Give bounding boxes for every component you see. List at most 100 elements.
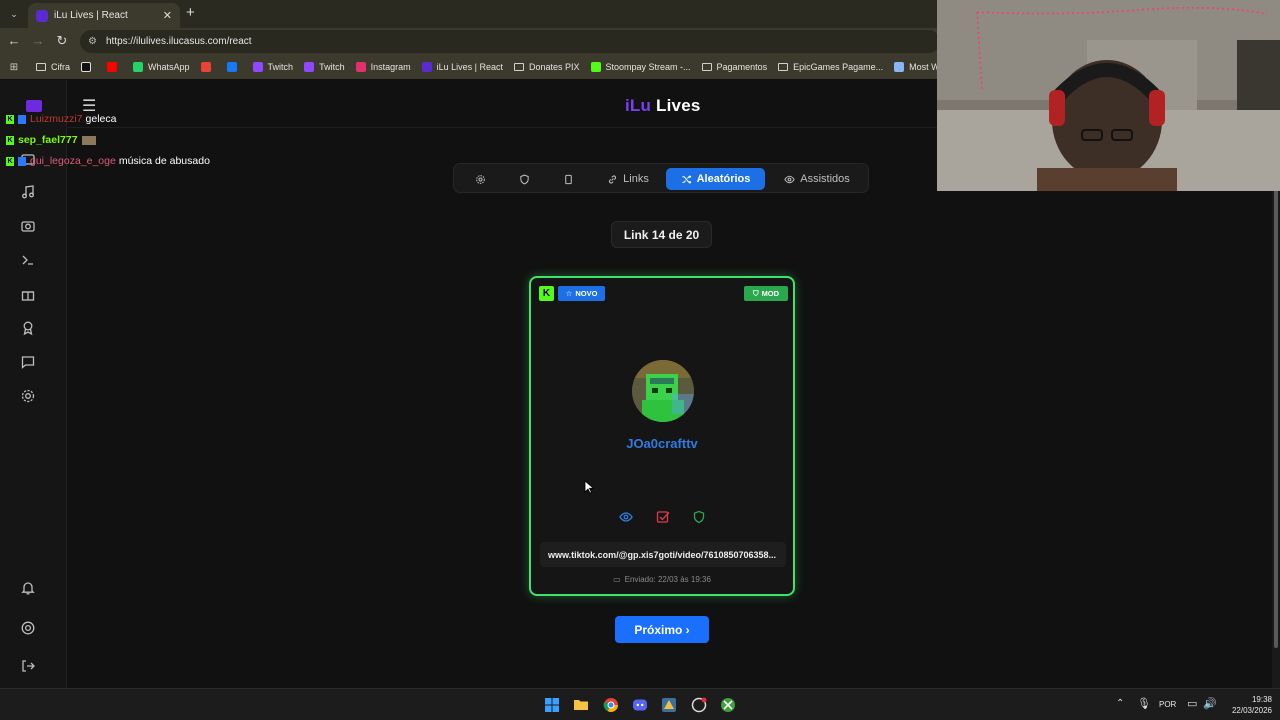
globe-icon — [894, 62, 905, 72]
app-icon[interactable] — [661, 697, 677, 713]
bookmark-list: Cifra WhatsApp Twitch Twitch Instagram iLu Li… — [36, 62, 1035, 72]
new-tab-icon[interactable]: + — [186, 4, 195, 21]
apps-grid-icon[interactable]: ⊞ — [6, 62, 22, 73]
bookmark-label: Instagram — [370, 62, 411, 72]
windows-start-icon[interactable] — [544, 697, 560, 713]
bookmark-item[interactable]: iLu Lives | React — [421, 62, 503, 72]
shield-small-icon: ⛉ — [752, 288, 759, 298]
settings-icon[interactable] — [20, 388, 36, 404]
bookmark-item[interactable] — [226, 62, 242, 72]
folder-icon — [701, 63, 712, 71]
terminal-icon[interactable] — [20, 252, 36, 268]
username[interactable]: JOa0crafttv — [531, 436, 793, 451]
mark-watched-eye-icon[interactable] — [619, 510, 633, 524]
tab-settings[interactable] — [462, 168, 498, 190]
folder-icon — [36, 63, 46, 71]
tab-search-icon[interactable]: ⌄ — [6, 6, 22, 22]
shuffle-icon — [681, 174, 691, 184]
folder-icon — [778, 63, 789, 71]
tab-saved[interactable] — [550, 168, 586, 190]
obs-icon[interactable] — [691, 697, 707, 713]
discord-icon[interactable] — [632, 697, 648, 713]
bookmark-item[interactable]: EpicGames Pagame... — [778, 62, 883, 72]
microphone-icon[interactable]: 🎙 — [1137, 697, 1151, 710]
bookmark-label: Stoompay Stream -... — [605, 62, 691, 72]
mouse-cursor-icon — [584, 480, 594, 494]
bookmark-item[interactable]: Twitch — [304, 62, 345, 72]
bell-icon[interactable] — [20, 580, 36, 596]
app-logo[interactable]: iLu Lives — [625, 96, 701, 116]
bookmark-item[interactable] — [200, 62, 216, 72]
link-icon — [609, 175, 617, 183]
tablet-icon — [564, 174, 572, 184]
whatsapp-icon — [133, 62, 144, 72]
shield-icon — [519, 174, 529, 184]
site-info-icon[interactable]: ⚙ — [88, 36, 97, 47]
reload-icon[interactable]: ↻ — [54, 33, 70, 49]
folder-icon — [513, 63, 524, 71]
volume-icon[interactable]: 🔊 — [1203, 697, 1217, 710]
chrome-icon[interactable] — [603, 697, 619, 713]
next-button[interactable]: Próximo › — [615, 616, 709, 643]
forward-icon[interactable]: → — [30, 33, 46, 48]
network-icon[interactable]: ▭ — [1187, 697, 1197, 710]
sent-timestamp: ▭ Enviado: 22/03 às 19:36 — [531, 575, 793, 584]
browser-tab[interactable]: iLu Lives | React ✕ — [28, 3, 180, 28]
tab-links[interactable]: Links — [596, 168, 660, 190]
chat-username: sep_fael777 — [18, 134, 78, 146]
url-text: https://ilulives.ilucasus.com/react — [105, 36, 252, 47]
bookmark-item[interactable]: WhatsApp — [133, 62, 190, 72]
tray-overflow-icon[interactable]: ⌃ — [1116, 698, 1124, 709]
bookmark-item[interactable]: Cifra — [36, 62, 70, 72]
youtube-icon — [107, 62, 118, 72]
help-lifebuoy-icon[interactable] — [20, 620, 36, 636]
bookmark-item[interactable] — [107, 62, 122, 72]
kick-badge-icon: K — [6, 114, 14, 124]
tab-assistidos[interactable]: Assistidos — [772, 168, 862, 190]
music-icon[interactable] — [20, 184, 36, 200]
sent-text: Enviado: 22/03 às 19:36 — [624, 575, 711, 584]
input-language[interactable]: POR — [1159, 700, 1176, 709]
bookmark-item[interactable]: Stoompay Stream -... — [590, 62, 691, 72]
taskbar: ⌃ 🎙 POR ▭ 🔊 19:38 22/03/2026 — [0, 688, 1280, 720]
chat-text: música de abusado — [118, 155, 210, 167]
gift-icon[interactable] — [20, 286, 36, 302]
bookmark-item[interactable] — [81, 62, 96, 72]
mod-badge: ⛉ MOD — [744, 286, 788, 301]
mark-check-icon[interactable] — [656, 510, 670, 524]
sub-badge-icon — [18, 156, 26, 166]
gmail-icon — [200, 62, 211, 72]
tab-assistidos-label: Assistidos — [800, 173, 850, 185]
award-icon[interactable] — [20, 320, 36, 336]
chat-username: Luizmuzzi7 — [30, 113, 83, 125]
back-icon[interactable]: ← — [6, 33, 22, 48]
bookmark-label: iLu Lives | React — [436, 62, 503, 72]
bookmark-item[interactable]: Pagamentos — [701, 62, 768, 72]
clock-date: 22/03/2026 — [1231, 706, 1272, 715]
emote-icon — [81, 135, 96, 145]
file-explorer-icon[interactable] — [573, 697, 589, 713]
moderate-shield-icon[interactable] — [692, 510, 706, 524]
link-url[interactable]: www.tiktok.com/@gp.xis7goti/video/761085… — [540, 542, 786, 567]
chat-message: K sep_fael777 — [6, 134, 96, 146]
chat-text: geleca — [85, 113, 117, 125]
sidebar — [0, 80, 67, 688]
bookmark-item[interactable]: Donates PIX — [513, 62, 580, 72]
bookmark-label: Twitch — [319, 62, 345, 72]
camera-icon[interactable] — [20, 218, 36, 234]
tab-moderation[interactable] — [506, 168, 542, 190]
bookmark-label: WhatsApp — [148, 62, 190, 72]
bookmark-label: Pagamentos — [716, 62, 768, 72]
logout-icon[interactable] — [20, 658, 36, 674]
webcam-overlay — [937, 0, 1280, 191]
system-clock[interactable]: 19:38 22/03/2026 — [1222, 694, 1272, 716]
address-bar[interactable]: ⚙ https://ilulives.ilucasus.com/react — [80, 30, 940, 53]
chat-icon[interactable] — [20, 354, 36, 370]
bookmark-item[interactable]: Twitch — [252, 62, 293, 72]
star-icon: ☆ — [565, 289, 573, 298]
close-tab-icon[interactable]: ✕ — [163, 9, 172, 22]
bookmark-item[interactable]: Instagram — [355, 62, 411, 72]
ilu-logo-icon[interactable] — [26, 100, 42, 112]
xbox-icon[interactable] — [720, 697, 736, 713]
tab-aleatorios[interactable]: Aleatórios — [666, 168, 765, 190]
